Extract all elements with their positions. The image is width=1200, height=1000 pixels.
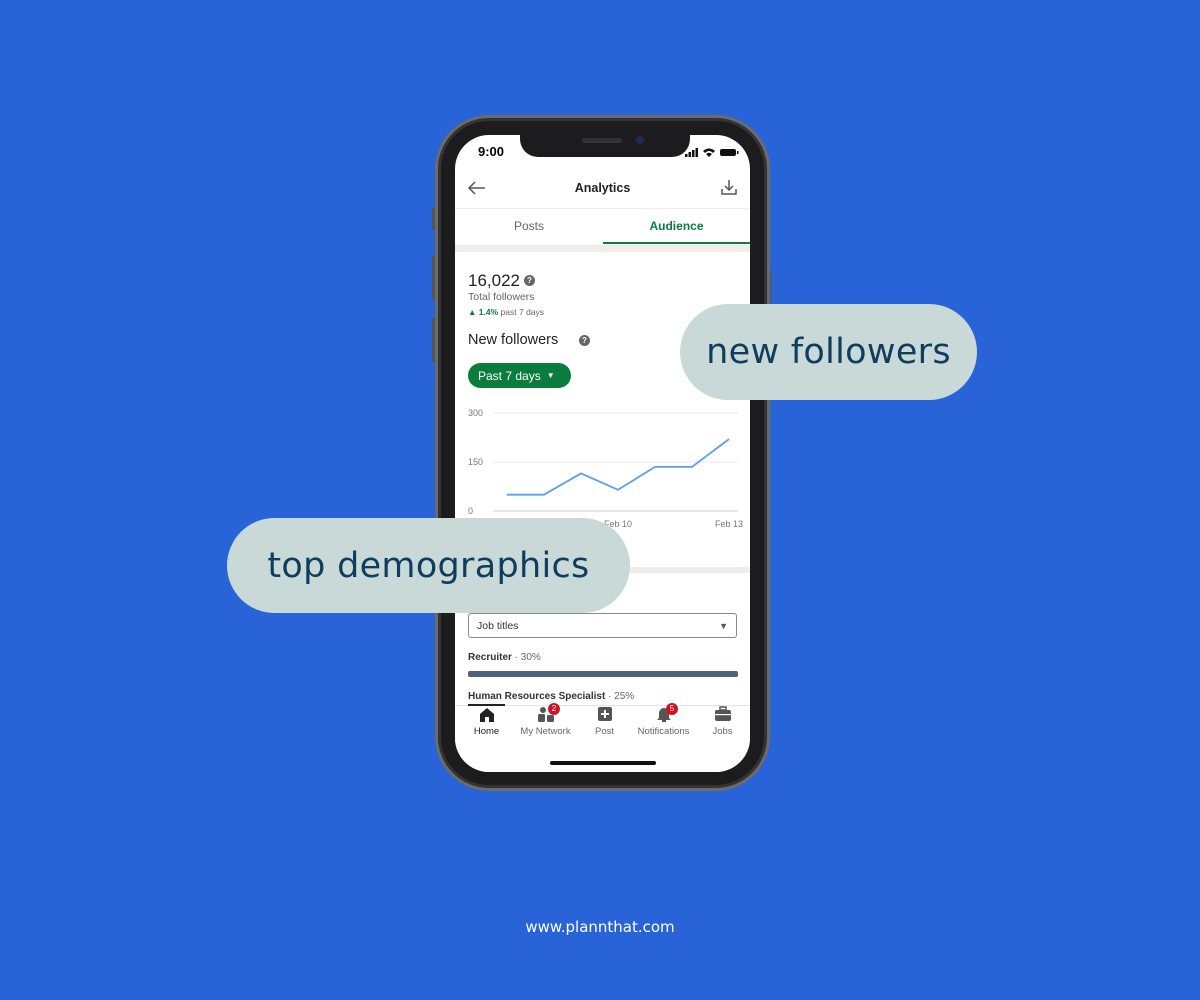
nav-post[interactable]: Post	[575, 706, 634, 737]
x-tick-label: Feb 13	[715, 519, 743, 529]
help-icon[interactable]: ?	[524, 275, 535, 286]
follower-change: ▲ 1.4% past 7 days	[468, 307, 544, 317]
total-followers-label: Total followers	[468, 291, 535, 303]
footer-url[interactable]: www.plannthat.com	[0, 918, 1200, 936]
range-label: Past 7 days	[478, 368, 541, 383]
home-icon	[479, 708, 494, 722]
caret-down-icon: ▼	[719, 620, 728, 631]
nav-my-network[interactable]: 2 My Network	[516, 703, 575, 737]
y-tick-label: 300	[468, 408, 483, 418]
callout-top-demographics: top demographics	[227, 518, 630, 613]
demographic-item: Recruiter · 30%	[468, 652, 541, 663]
up-triangle-icon: ▲	[468, 307, 477, 317]
total-followers-count: 16,022	[468, 271, 520, 290]
select-value: Job titles	[477, 619, 519, 632]
status-icons	[685, 148, 739, 157]
change-period: past 7 days	[500, 307, 545, 317]
y-tick-label: 150	[468, 457, 483, 467]
help-icon[interactable]: ?	[579, 335, 590, 346]
nav-jobs[interactable]: Jobs	[693, 706, 750, 737]
tab-audience[interactable]: Audience	[603, 219, 750, 233]
nav-label: Jobs	[712, 726, 733, 737]
demographic-select[interactable]: Job titles ▼	[468, 613, 737, 638]
series-line	[507, 438, 730, 496]
nav-home[interactable]: Home	[457, 706, 516, 737]
caret-down-icon: ▼	[546, 371, 555, 380]
status-time: 9:00	[478, 144, 505, 159]
plus-square-icon	[597, 707, 612, 721]
notification-badge: 5	[666, 703, 678, 715]
y-tick-label: 0	[468, 506, 473, 516]
item-label: Recruiter	[468, 652, 512, 663]
nav-notifications[interactable]: 5 Notifications	[634, 703, 693, 737]
range-dropdown-button[interactable]: Past 7 days ▼	[468, 363, 571, 388]
item-percent: 30%	[520, 652, 541, 663]
demographic-bar	[468, 671, 738, 677]
demographic-item: Human Resources Specialist · 25%	[468, 691, 635, 702]
notification-badge: 2	[548, 703, 560, 715]
new-followers-title: New followers	[468, 332, 559, 348]
nav-label: Notifications	[637, 726, 690, 737]
notch	[520, 135, 690, 157]
phone-screen: 9:00 Analytics Posts Audience 16,022 ? T…	[455, 135, 750, 772]
item-label: Human Resources Specialist	[468, 691, 606, 702]
home-indicator	[550, 761, 656, 765]
change-percent: 1.4%	[478, 307, 499, 317]
demographic-bar-track	[468, 671, 738, 677]
download-icon[interactable]	[721, 179, 737, 195]
page-title: Analytics	[574, 181, 631, 195]
nav-label: My Network	[520, 726, 571, 737]
tab-posts[interactable]: Posts	[455, 219, 603, 233]
item-percent: 25%	[614, 691, 635, 702]
nav-label: Post	[594, 726, 614, 737]
callout-new-followers: new followers	[680, 304, 977, 400]
active-tab-indicator	[603, 242, 750, 244]
briefcase-icon	[714, 706, 731, 721]
nav-label: Home	[473, 726, 500, 737]
